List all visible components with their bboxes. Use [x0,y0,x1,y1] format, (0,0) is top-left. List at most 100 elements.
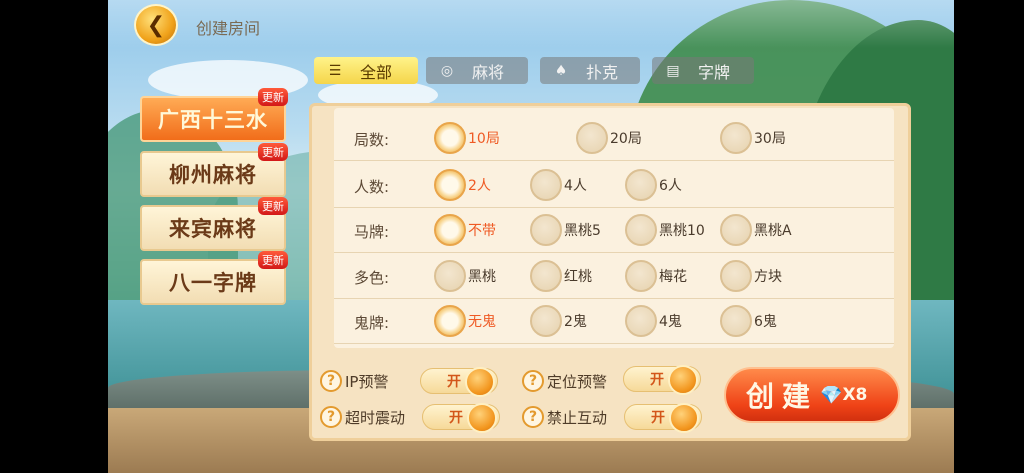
tab-poker[interactable]: ♠ 扑克 [540,57,640,84]
option-label: 黑桃A [754,223,792,239]
location-warning-toggle[interactable]: 开 [623,365,701,395]
game-item-liuzhou-mahjong[interactable]: 柳州麻将 更新 [140,143,288,197]
option-radio[interactable]: 无鬼 [434,305,496,337]
rule-row-multi-color: 多色: 黑桃 红桃 梅花 方块 [334,254,894,299]
tab-label: 麻将 [472,62,505,82]
radio-unchecked [576,122,608,154]
radio-unchecked [530,305,562,337]
checkbox-unchecked [530,260,562,292]
option-radio[interactable]: 2鬼 [530,305,587,337]
game-label: 八一字牌 [169,271,257,295]
option-checkbox[interactable]: 梅花 [625,260,687,292]
rule-label: 马牌: [354,223,390,241]
option-label: 30局 [754,131,786,147]
radio-checked [434,169,466,201]
option-label: 20局 [610,131,642,147]
option-label: 6人 [659,178,682,194]
tab-label: 字牌 [698,62,731,82]
no-interaction-toggle[interactable]: 开 [624,403,702,433]
ip-warning-toggle[interactable]: 开 [420,367,498,397]
rule-row-rounds: 局数: 10局 20局 30局 [334,116,894,161]
list-icon: ☰ [328,62,342,79]
option-label: 黑桃10 [659,223,705,239]
playing-cards-icon: ♠ [554,62,568,79]
switch-timeout-vibrate: ? 超时震动 [320,404,405,430]
radio-checked [434,214,466,246]
diamond-cost: X8 [842,385,868,405]
diamond-icon: 💎 [820,384,843,406]
option-radio[interactable]: 黑桃A [720,214,792,246]
checkbox-unchecked [434,260,466,292]
option-label: 方块 [754,269,782,285]
radio-unchecked [625,305,657,337]
help-icon[interactable]: ? [320,406,342,428]
rule-row-players: 人数: 2人 4人 6人 [334,163,894,208]
radio-unchecked [720,214,752,246]
toggle-knob [465,367,495,397]
option-checkbox[interactable]: 方块 [720,260,782,292]
option-label: 黑桃 [468,269,496,285]
radio-unchecked [530,169,562,201]
tab-zipai[interactable]: ▤ 字牌 [652,57,754,84]
radio-unchecked [625,169,657,201]
toggle-state: 开 [650,372,664,388]
option-radio[interactable]: 6鬼 [720,305,777,337]
option-radio[interactable]: 4鬼 [625,305,682,337]
game-item-laibin-mahjong[interactable]: 来宾麻将 更新 [140,197,288,251]
game-item-bayi-zipai[interactable]: 八一字牌 更新 [140,251,288,305]
back-button[interactable]: ❮ [134,4,178,46]
option-checkbox[interactable]: 黑桃 [434,260,496,292]
rule-row-ghost-cards: 鬼牌: 无鬼 2鬼 4鬼 6鬼 [334,299,894,344]
option-label: 2鬼 [564,314,587,330]
option-label: 无鬼 [468,314,496,330]
switch-no-interaction: ? 禁止互动 [522,404,607,430]
radio-checked [434,305,466,337]
option-label: 10局 [468,131,500,147]
back-arrow-icon: ❮ [146,12,166,38]
option-radio[interactable]: 20局 [576,122,642,154]
option-radio[interactable]: 10局 [434,122,500,154]
help-icon[interactable]: ? [522,370,544,392]
option-radio[interactable]: 30局 [720,122,786,154]
option-radio[interactable]: 2人 [434,169,491,201]
toggle-state: 开 [447,374,461,390]
game-label: 柳州麻将 [169,163,257,187]
switch-label: 定位预警 [547,372,608,391]
switch-ip-warning: ? IP预警 [320,368,388,394]
switch-label: 超时震动 [345,408,406,427]
rule-label: 鬼牌: [354,314,390,332]
help-icon[interactable]: ? [522,406,544,428]
toggle-knob [669,403,699,433]
timeout-vibrate-toggle[interactable]: 开 [422,403,500,433]
option-label: 梅花 [659,269,687,285]
option-radio[interactable]: 黑桃5 [530,214,601,246]
toggle-state: 开 [449,410,463,426]
option-label: 红桃 [564,269,592,285]
option-label: 2人 [468,178,491,194]
radio-unchecked [720,305,752,337]
game-label: 广西十三水 [158,108,268,132]
tab-label: 全部 [360,62,393,82]
help-icon[interactable]: ? [320,370,342,392]
checkbox-unchecked [720,260,752,292]
option-radio[interactable]: 不带 [434,214,496,246]
tab-mahjong[interactable]: ◎ 麻将 [426,57,528,84]
rule-label: 人数: [354,178,390,196]
rule-label: 局数: [354,131,390,149]
mahjong-tile-icon: ◎ [440,62,454,79]
update-badge: 更新 [258,143,288,161]
update-badge: 更新 [258,88,288,106]
checkbox-unchecked [625,260,657,292]
option-radio[interactable]: 6人 [625,169,682,201]
switch-label: 禁止互动 [547,408,608,427]
option-checkbox[interactable]: 红桃 [530,260,592,292]
game-item-guangxi-13[interactable]: 广西十三水 更新 [140,88,288,142]
game-label: 来宾麻将 [169,217,257,241]
update-badge: 更新 [258,251,288,269]
option-radio[interactable]: 黑桃10 [625,214,705,246]
toggle-state: 开 [651,410,665,426]
create-room-button[interactable]: 创建 💎 X8 [724,367,900,423]
option-radio[interactable]: 4人 [530,169,587,201]
option-label: 不带 [468,223,496,239]
tab-all[interactable]: ☰ 全部 [314,57,418,84]
